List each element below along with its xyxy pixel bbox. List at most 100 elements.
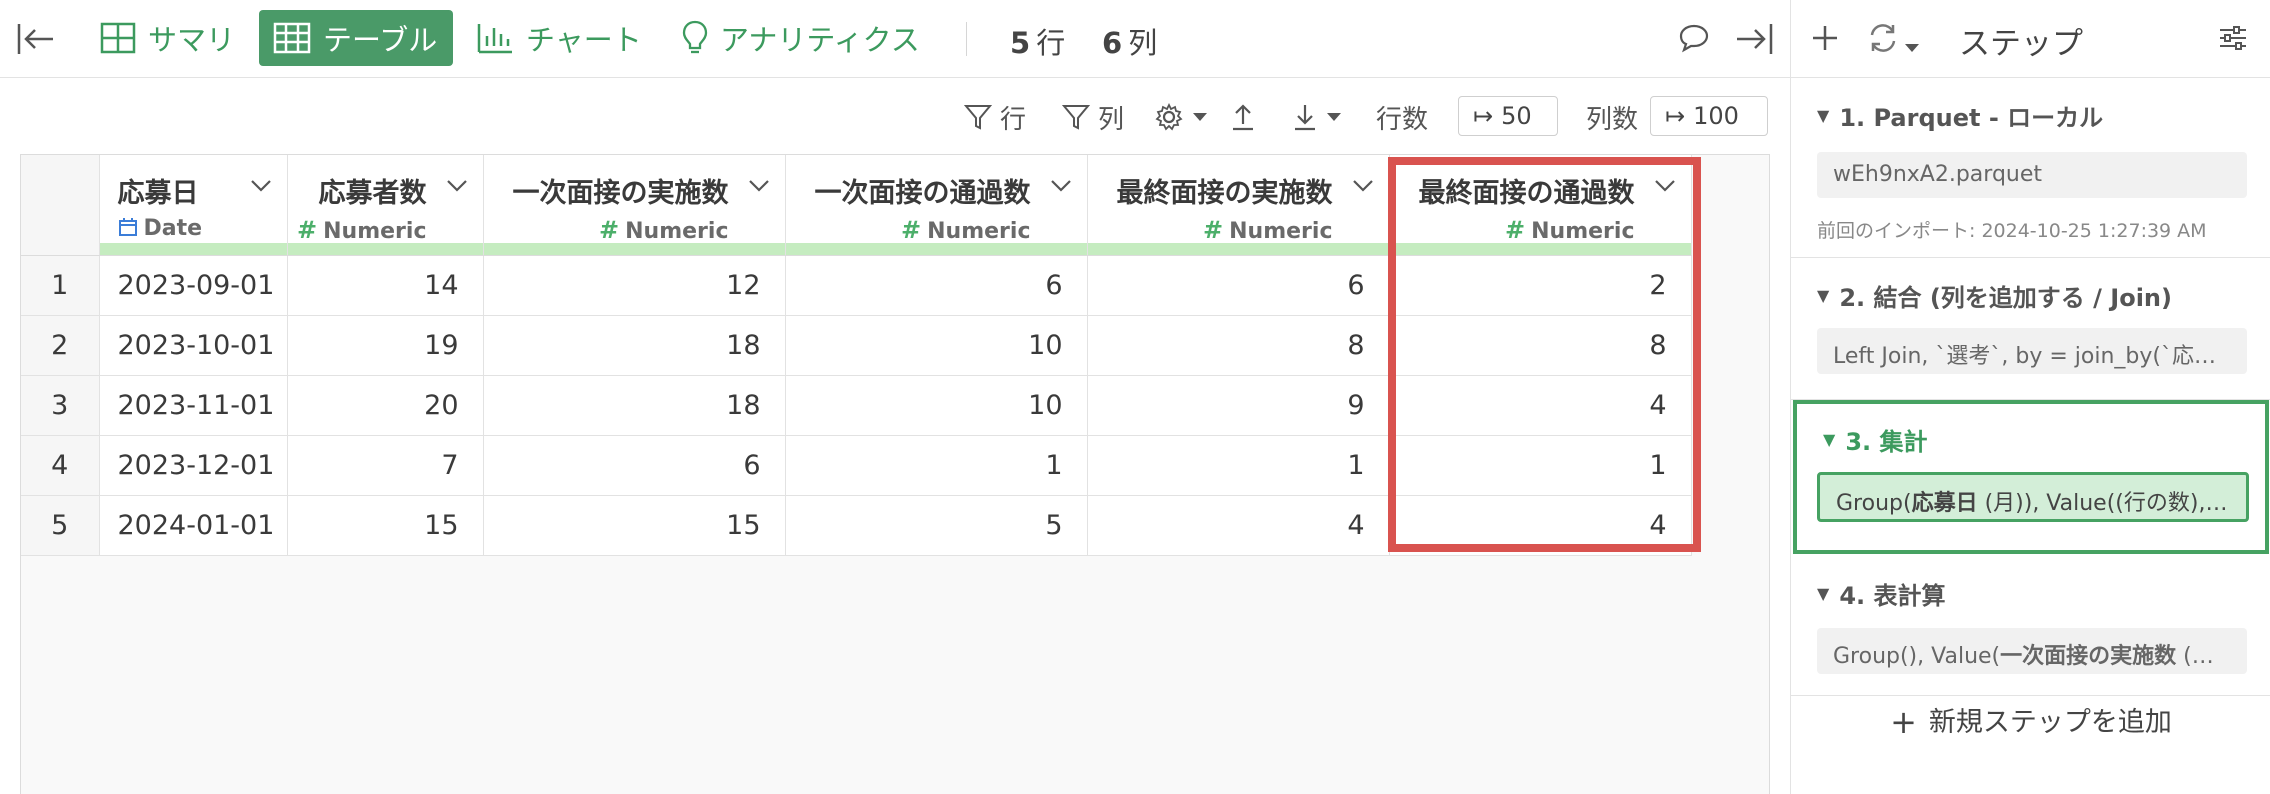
chevron-down-icon[interactable] (1049, 177, 1073, 193)
step-detail-suffix: (累積合計 (2183, 644, 2247, 669)
expand-triangle-icon[interactable]: ▼ (1817, 106, 1829, 125)
chevron-down-icon[interactable] (1351, 177, 1375, 193)
table-cell[interactable]: 10 (785, 375, 1088, 436)
table-cell[interactable]: 2 (1389, 255, 1692, 316)
table-cell[interactable]: 14 (287, 255, 484, 316)
refresh-dropdown[interactable] (1867, 22, 1920, 58)
table-cell[interactable]: 5 (785, 495, 1088, 556)
table-cell[interactable]: 2023-10-01 (99, 315, 288, 376)
row-filter-button[interactable]: 行 (964, 98, 1026, 136)
chevron-down-icon[interactable] (249, 177, 273, 193)
table-cell[interactable]: 2023-09-01 (99, 255, 288, 316)
sort-ascending-button[interactable] (1230, 98, 1264, 136)
column-header-first-interview-held[interactable]: 一次面接の実施数 # Numeric (483, 155, 786, 256)
column-header-final-interview-held[interactable]: 最終面接の実施数 # Numeric (1087, 155, 1390, 256)
steps-panel-header: ステップ (1791, 0, 2270, 78)
header-row: 応募日 Date 応募者数 # Numeric 一次面接の実施数 # Numer… (21, 155, 1692, 256)
table-cell[interactable]: 12 (483, 255, 786, 316)
comment-icon[interactable] (1678, 22, 1710, 58)
table-cell[interactable]: 6 (1087, 255, 1390, 316)
table-cell[interactable]: 18 (483, 315, 786, 376)
add-step-label: 新規ステップを追加 (1928, 707, 2172, 738)
numeric-hash-icon: # (297, 216, 318, 244)
step-2[interactable]: ▼ 2. 結合 (列を追加する / Join) Left Join, `選考`, … (1791, 258, 2270, 400)
step-1[interactable]: ▼ 1. Parquet - ローカル wEh9nxA2.parquet 前回のイ… (1791, 78, 2270, 258)
data-table: 応募日 Date 応募者数 # Numeric 一次面接の実施数 # Numer… (21, 155, 1692, 556)
row-count-value: 5 (1010, 26, 1031, 60)
table-cell[interactable]: 10 (785, 315, 1088, 376)
plus-icon[interactable] (1809, 22, 1841, 58)
caret-down-icon (1193, 113, 1207, 121)
table-cell[interactable]: 1 (1087, 435, 1390, 496)
numeric-hash-icon: # (599, 216, 620, 244)
table-cell[interactable]: 4 (1389, 375, 1692, 436)
step-detail[interactable]: wEh9nxA2.parquet (1817, 152, 2247, 198)
sliders-icon[interactable] (2217, 22, 2249, 58)
step-4[interactable]: ▼ 4. 表計算 Group(), Value(一次面接の実施数 (累積合計 (1791, 556, 2270, 696)
collapse-right-icon[interactable] (1734, 20, 1774, 62)
row-number-header (21, 155, 100, 256)
tab-table[interactable]: テーブル (259, 10, 453, 66)
expand-triangle-icon[interactable]: ▼ (1823, 430, 1835, 449)
step-3[interactable]: ▼ 3. 集計 Group(応募日 (月)), Value((行の数),(応募者数 (1793, 400, 2269, 554)
column-header-final-interview-passed[interactable]: 最終面接の通過数 # Numeric (1389, 155, 1692, 256)
filter-icon (964, 105, 992, 130)
tab-analytics[interactable]: アナリティクス (668, 10, 934, 66)
column-header-first-interview-passed[interactable]: 一次面接の通過数 # Numeric (785, 155, 1088, 256)
cols-limit-label-text: 列数 (1586, 104, 1639, 135)
column-filter-button[interactable]: 列 (1062, 98, 1124, 136)
type-strip (483, 242, 785, 255)
chevron-down-icon[interactable] (445, 177, 469, 193)
table-row: 5 2024-01-01 15 15 5 4 4 (21, 495, 1692, 556)
table-cell[interactable]: 2024-01-01 (99, 495, 288, 556)
table-cell[interactable]: 19 (287, 315, 484, 376)
toolbar-divider (966, 22, 967, 56)
table-cell[interactable]: 4 (1087, 495, 1390, 556)
settings-dropdown[interactable] (1154, 98, 1216, 136)
table-cell[interactable]: 6 (483, 435, 786, 496)
step-detail[interactable]: Group(応募日 (月)), Value((行の数),(応募者数 (1817, 472, 2249, 522)
table-cell[interactable]: 2023-11-01 (99, 375, 288, 436)
download-dropdown[interactable] (1292, 98, 1350, 136)
table-cell[interactable]: 8 (1087, 315, 1390, 376)
step-detail-bold: 一次面接の実施数 (2000, 644, 2177, 669)
column-header-date[interactable]: 応募日 Date (99, 155, 288, 256)
table-cell[interactable]: 9 (1087, 375, 1390, 436)
table-cell[interactable]: 4 (1389, 495, 1692, 556)
step-detail[interactable]: Group(), Value(一次面接の実施数 (累積合計 (1817, 628, 2247, 674)
tab-chart[interactable]: チャート (462, 10, 656, 66)
app-window: サマリ テーブル チャート アナリティクス 5行 6 列 行 列 行数 ↦ 50 … (0, 0, 2270, 794)
expand-triangle-icon[interactable]: ▼ (1817, 584, 1829, 603)
row-number: 1 (21, 255, 100, 316)
step-detail[interactable]: Left Join, `選考`, by = join_by(`応募日` (1817, 328, 2247, 374)
table-cell[interactable]: 15 (483, 495, 786, 556)
table-cell[interactable]: 20 (287, 375, 484, 436)
column-header-applicants[interactable]: 応募者数 # Numeric (287, 155, 484, 256)
tab-summary[interactable]: サマリ (86, 10, 249, 66)
step-title-text: 4. 表計算 (1839, 582, 1946, 610)
table-cell[interactable]: 2023-12-01 (99, 435, 288, 496)
table-cell[interactable]: 18 (483, 375, 786, 436)
step-title: ▼ 2. 結合 (列を追加する / Join) (1817, 278, 2172, 313)
expand-triangle-icon[interactable]: ▼ (1817, 286, 1829, 305)
table-cell[interactable]: 7 (287, 435, 484, 496)
table-cell[interactable]: 8 (1389, 315, 1692, 376)
collapse-left-icon[interactable] (16, 20, 56, 58)
table-cell[interactable]: 15 (287, 495, 484, 556)
table-row: 4 2023-12-01 7 6 1 1 1 (21, 435, 1692, 496)
chevron-down-icon[interactable] (747, 177, 771, 193)
add-step-button[interactable]: + 新規ステップを追加 (1791, 700, 2270, 741)
column-type-label: Numeric (323, 219, 427, 244)
lightbulb-icon (682, 20, 708, 54)
data-grid: 応募日 Date 応募者数 # Numeric 一次面接の実施数 # Numer… (20, 154, 1770, 794)
type-strip (99, 242, 287, 255)
steps-panel: ステップ ▼ 1. Parquet - ローカル wEh9nxA2.parquet… (1790, 0, 2270, 794)
table-cell[interactable]: 1 (1389, 435, 1692, 496)
chevron-down-icon[interactable] (1653, 177, 1677, 193)
row-count: 5行 (1010, 20, 1065, 62)
table-cell[interactable]: 1 (785, 435, 1088, 496)
rows-limit-label-text: 行数 (1376, 104, 1429, 135)
cols-limit-input[interactable]: ↦ 100 (1650, 96, 1768, 136)
table-cell[interactable]: 6 (785, 255, 1088, 316)
rows-limit-input[interactable]: ↦ 50 (1458, 96, 1558, 136)
